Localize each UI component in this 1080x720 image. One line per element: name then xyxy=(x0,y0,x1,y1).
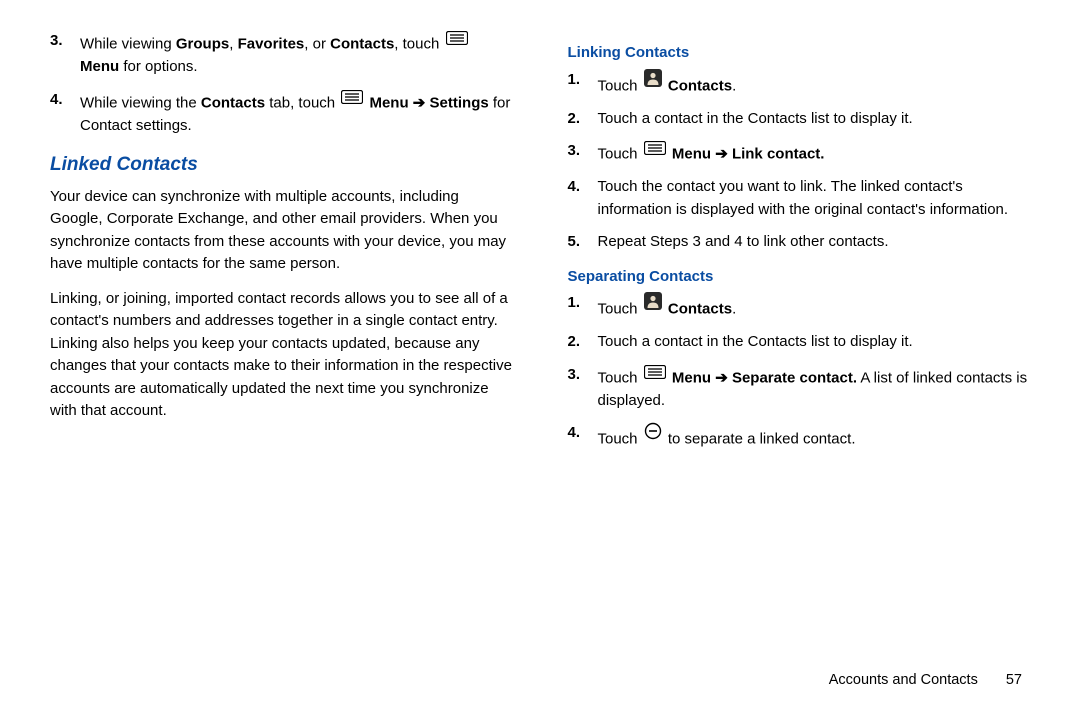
menu-icon xyxy=(644,364,666,387)
separating-list: 1.Touch Contacts. 2.Touch a contact in th… xyxy=(568,292,1031,451)
list-number: 3. xyxy=(568,140,581,163)
bold-text: Menu ➔ Link contact. xyxy=(672,146,825,163)
linking-item: 2.Touch a contact in the Contacts list t… xyxy=(594,108,1031,131)
linked-contacts-heading: Linked Contacts xyxy=(50,151,513,180)
contacts-list-label: Contacts list xyxy=(748,333,834,350)
menu-icon xyxy=(341,89,363,112)
separating-contacts-heading: Separating Contacts xyxy=(568,266,1031,289)
list-number: 3. xyxy=(50,30,63,53)
separating-item: 3.Touch Menu ➔ Separate contact. A list … xyxy=(594,364,1031,413)
bold-text: Menu ➔ Settings xyxy=(369,94,488,111)
contacts-icon xyxy=(644,292,662,318)
contacts-list-label: Contacts list xyxy=(748,110,834,127)
bold-text: Contacts xyxy=(668,77,732,94)
page-footer: Accounts and Contacts 57 xyxy=(829,670,1022,692)
left-item: 4.While viewing the Contacts tab, touch … xyxy=(76,89,513,138)
menu-icon xyxy=(644,140,666,163)
list-number: 4. xyxy=(568,422,581,445)
footer-section: Accounts and Contacts xyxy=(829,672,978,688)
separating-item: 2.Touch a contact in the Contacts list t… xyxy=(594,331,1031,354)
bold-text: Favorites xyxy=(238,36,305,53)
separating-item: 1.Touch Contacts. xyxy=(594,292,1031,321)
list-number: 3. xyxy=(568,364,581,387)
list-number: 2. xyxy=(568,108,581,131)
right-column: Linking Contacts 1.Touch Contacts. 2.Touc… xyxy=(568,30,1031,461)
bold-text: Contacts xyxy=(201,94,265,111)
minus-icon xyxy=(644,422,662,448)
menu-icon xyxy=(446,30,468,53)
bold-text: Contacts xyxy=(668,301,732,318)
list-number: 1. xyxy=(568,292,581,315)
bold-text: Groups xyxy=(176,36,229,53)
linking-contacts-heading: Linking Contacts xyxy=(568,42,1031,65)
linking-item: 1.Touch Contacts. xyxy=(594,69,1031,98)
paragraph: Your device can synchronize with multipl… xyxy=(50,186,513,276)
left-item: 3.While viewing Groups, Favorites, or Co… xyxy=(76,30,513,79)
linking-item: 5.Repeat Steps 3 and 4 to link other con… xyxy=(594,231,1031,254)
linking-item: 3.Touch Menu ➔ Link contact. xyxy=(594,140,1031,166)
list-number: 5. xyxy=(568,231,581,254)
paragraph: Linking, or joining, imported contact re… xyxy=(50,288,513,423)
separating-item: 4.Touch to separate a linked contact. xyxy=(594,422,1031,451)
bold-text: Menu ➔ Separate contact. xyxy=(672,369,857,386)
left-list: 3.While viewing Groups, Favorites, or Co… xyxy=(50,30,513,137)
page-number: 57 xyxy=(1006,672,1022,688)
left-column: 3.While viewing Groups, Favorites, or Co… xyxy=(50,30,513,461)
linking-item: 4.Touch the contact you want to link. Th… xyxy=(594,176,1031,221)
list-number: 4. xyxy=(50,89,63,112)
list-number: 4. xyxy=(568,176,581,199)
bold-text: Menu xyxy=(80,58,119,75)
contacts-icon xyxy=(644,69,662,95)
list-number: 2. xyxy=(568,331,581,354)
list-number: 1. xyxy=(568,69,581,92)
linking-list: 1.Touch Contacts. 2.Touch a contact in th… xyxy=(568,69,1031,254)
bold-text: Contacts xyxy=(330,36,394,53)
